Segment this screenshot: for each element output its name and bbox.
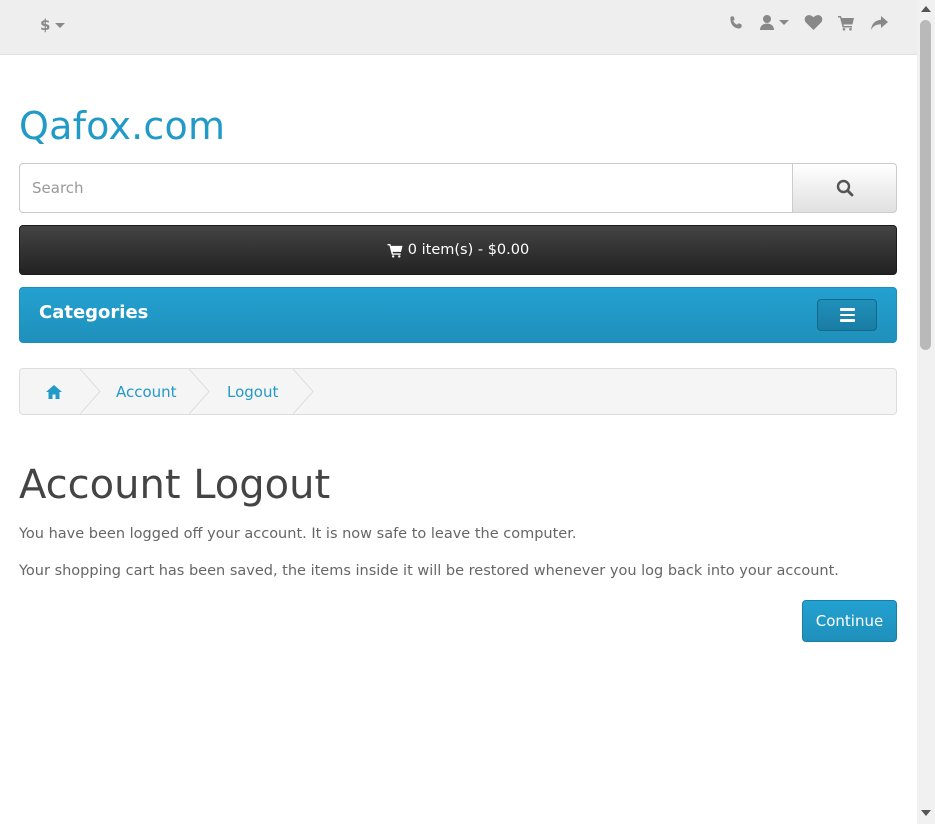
- breadcrumb-item-account[interactable]: Account: [116, 369, 177, 414]
- phone-icon[interactable]: [728, 15, 744, 31]
- scroll-down-arrow-icon[interactable]: [921, 810, 931, 816]
- share-icon[interactable]: [870, 15, 889, 31]
- cart-icon[interactable]: [838, 15, 855, 31]
- caret-down-icon: [55, 22, 66, 28]
- breadcrumb-separator: [189, 369, 210, 414]
- logout-message: You have been logged off your account. I…: [19, 526, 577, 542]
- search-input[interactable]: [19, 163, 792, 213]
- scrollbar-thumb[interactable]: [920, 20, 931, 350]
- search-icon: [836, 179, 853, 197]
- cart-total: 0 item(s) - $0.00: [407, 242, 530, 258]
- breadcrumb-separator: [293, 369, 314, 414]
- breadcrumb-home[interactable]: [45, 369, 63, 414]
- breadcrumb-item-logout[interactable]: Logout: [227, 369, 278, 414]
- menu-toggle-button[interactable]: [817, 299, 877, 331]
- categories-title: Categories: [39, 302, 149, 323]
- top-links: [728, 14, 889, 31]
- top-bar: $: [0, 0, 917, 55]
- categories-menu: Categories: [19, 287, 897, 343]
- home-icon: [46, 384, 62, 399]
- continue-button[interactable]: Continue: [802, 600, 897, 642]
- scroll-up-arrow-icon[interactable]: [921, 6, 931, 12]
- search-button[interactable]: [792, 163, 897, 213]
- user-icon: [760, 15, 774, 30]
- cart-saved-message: Your shopping cart has been saved, the i…: [19, 563, 839, 579]
- cart-icon: [387, 243, 403, 258]
- page-title: Account Logout: [19, 462, 331, 508]
- scrollbar[interactable]: [917, 0, 935, 824]
- currency-symbol: $: [40, 16, 51, 34]
- search-group: [19, 163, 897, 213]
- breadcrumb-separator: [80, 369, 101, 414]
- breadcrumb: Account Logout: [19, 368, 897, 415]
- caret-down-icon: [779, 20, 789, 25]
- currency-dropdown[interactable]: $: [40, 14, 66, 36]
- user-account-dropdown[interactable]: [759, 14, 789, 31]
- cart-button[interactable]: 0 item(s) - $0.00: [19, 225, 897, 275]
- heart-icon[interactable]: [804, 14, 823, 31]
- hamburger-icon: [839, 308, 855, 311]
- site-logo[interactable]: Qafox.com: [19, 104, 225, 148]
